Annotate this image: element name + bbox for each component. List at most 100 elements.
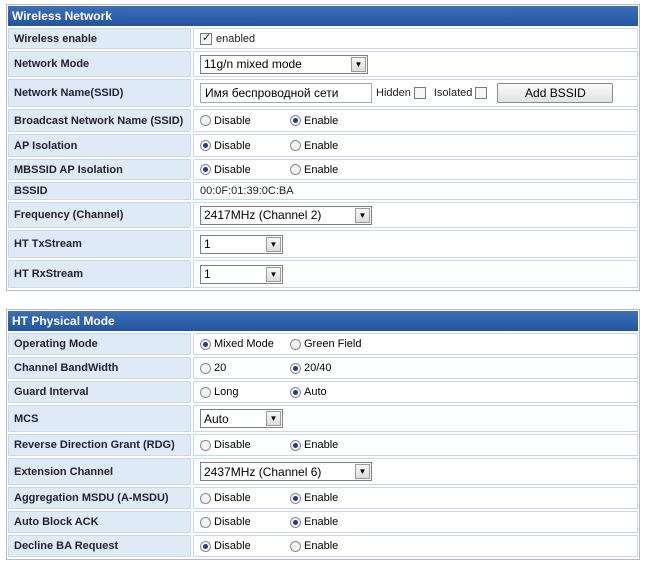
mbssid-isolation-label: MBSSID AP Isolation	[8, 159, 191, 180]
green-field-option[interactable]: Green Field	[290, 338, 361, 350]
radio-icon	[290, 540, 301, 552]
chevron-down-icon: ▼	[355, 464, 370, 479]
radio-selected-icon	[290, 362, 301, 374]
broadcast-disable-label: Disable	[214, 114, 251, 127]
radio-icon	[200, 115, 211, 126]
frequency-select[interactable]: 2417MHz (Channel 2) ▼	[200, 205, 372, 225]
row-frequency: Frequency (Channel) 2417MHz (Channel 2) …	[8, 202, 638, 228]
rdg-disable-label: Disable	[214, 439, 251, 451]
bandwidth-2040-option[interactable]: 20/40	[290, 362, 332, 374]
amsdu-disable-option[interactable]: Disable	[200, 492, 290, 504]
hidden-checkbox[interactable]	[413, 87, 426, 99]
mixed-mode-option[interactable]: Mixed Mode	[200, 338, 290, 350]
broadcast-disable-option[interactable]: Disable	[200, 115, 290, 127]
chevron-down-icon: ▼	[266, 266, 281, 282]
radio-selected-icon	[200, 540, 211, 552]
network-mode-select[interactable]: 11g/n mixed mode ▼	[200, 54, 368, 74]
chevron-down-icon: ▼	[351, 56, 366, 72]
row-broadcast: Broadcast Network Name (SSID) Disable En…	[8, 109, 638, 132]
auto-block-ack-label: Auto Block ACK	[8, 511, 191, 533]
add-bssid-button[interactable]: Add BSSID	[497, 83, 614, 103]
wireless-enable-label: Wireless enable	[8, 28, 191, 49]
bssid-label: BSSID	[8, 182, 191, 200]
row-tx-stream: HT TxStream 1 ▼	[8, 230, 638, 258]
amsdu-disable-label: Disable	[214, 492, 251, 504]
frequency-label: Frequency (Channel)	[8, 202, 191, 228]
row-wireless-enable: Wireless enable enabled	[8, 28, 638, 49]
auto-block-ack-disable-option[interactable]: Disable	[200, 516, 290, 528]
isolated-checkbox[interactable]	[475, 87, 488, 99]
decline-ba-disable-label: Disable	[214, 540, 251, 552]
guard-auto-label: Auto	[304, 386, 327, 398]
mbssid-isolation-enable-label: Enable	[304, 163, 339, 176]
ssid-input[interactable]: Имя беспроводной сети	[200, 83, 372, 103]
row-rx-stream: HT RxStream 1 ▼	[8, 260, 638, 288]
operating-mode-label: Operating Mode	[8, 333, 191, 355]
row-guard-interval: Guard Interval Long Auto	[8, 381, 638, 403]
mbssid-isolation-enable-option[interactable]: Enable	[290, 164, 338, 176]
auto-block-ack-value: Disable Enable	[193, 511, 638, 533]
broadcast-enable-option[interactable]: Enable	[290, 115, 338, 127]
bandwidth-20-option[interactable]: 20	[200, 362, 290, 374]
ht-physical-mode-header: HT Physical Mode	[8, 311, 638, 331]
row-ssid: Network Name(SSID) Имя беспроводной сети…	[8, 79, 638, 107]
isolated-label: Isolated	[433, 87, 473, 99]
radio-selected-icon	[290, 115, 301, 126]
radio-icon	[200, 439, 211, 451]
row-rdg: Reverse Direction Grant (RDG) Disable En…	[8, 434, 638, 456]
decline-ba-enable-option[interactable]: Enable	[290, 540, 338, 552]
ssid-label: Network Name(SSID)	[8, 79, 191, 107]
wireless-enable-value: enabled	[193, 28, 638, 49]
auto-block-ack-enable-label: Enable	[304, 516, 339, 528]
row-mbssid-isolation: MBSSID AP Isolation Disable Enable	[8, 159, 638, 180]
amsdu-value: Disable Enable	[193, 487, 638, 509]
mixed-mode-label: Mixed Mode	[214, 338, 274, 350]
rdg-enable-option[interactable]: Enable	[290, 439, 338, 451]
radio-selected-icon	[290, 516, 301, 528]
row-decline-ba: Decline BA Request Disable Enable	[8, 535, 638, 557]
chevron-down-icon: ▼	[266, 411, 281, 426]
guard-auto-option[interactable]: Auto	[290, 386, 327, 398]
extension-channel-selected: 2437MHz (Channel 6)	[204, 464, 322, 479]
chevron-down-icon: ▼	[266, 236, 281, 252]
radio-selected-icon	[200, 338, 211, 350]
mcs-select[interactable]: Auto ▼	[200, 409, 283, 428]
decline-ba-disable-option[interactable]: Disable	[200, 540, 290, 552]
amsdu-label: Aggregation MSDU (A-MSDU)	[8, 487, 191, 509]
rx-stream-select[interactable]: 1 ▼	[200, 264, 283, 284]
radio-icon	[290, 164, 301, 175]
radio-selected-icon	[290, 492, 301, 504]
mbssid-isolation-disable-option[interactable]: Disable	[200, 164, 290, 176]
bandwidth-2040-label: 20/40	[304, 362, 332, 374]
wireless-network-table: Wireless Network Wireless enable enabled…	[6, 4, 640, 291]
tx-stream-selected: 1	[204, 237, 211, 251]
rx-stream-label: HT RxStream	[8, 260, 191, 288]
rdg-value: Disable Enable	[193, 434, 638, 456]
row-network-mode: Network Mode 11g/n mixed mode ▼	[8, 51, 638, 77]
ap-isolation-disable-option[interactable]: Disable	[200, 140, 290, 152]
frequency-selected: 2417MHz (Channel 2)	[204, 208, 322, 222]
row-operating-mode: Operating Mode Mixed Mode Green Field	[8, 333, 638, 355]
ap-isolation-enable-option[interactable]: Enable	[290, 140, 338, 152]
mcs-value: Auto ▼	[193, 405, 638, 432]
rdg-disable-option[interactable]: Disable	[200, 439, 290, 451]
extension-channel-value: 2437MHz (Channel 6) ▼	[193, 458, 638, 485]
guard-long-label: Long	[214, 386, 239, 398]
guard-interval-value: Long Auto	[193, 381, 638, 403]
ap-isolation-value: Disable Enable	[193, 134, 638, 157]
bssid-text: 00:0F:01:39:0C:BA	[200, 185, 294, 197]
auto-block-ack-enable-option[interactable]: Enable	[290, 516, 338, 528]
broadcast-enable-label: Enable	[304, 114, 339, 127]
radio-icon	[290, 140, 301, 151]
extension-channel-label: Extension Channel	[8, 458, 191, 485]
tx-stream-select[interactable]: 1 ▼	[200, 234, 283, 254]
chevron-down-icon: ▼	[355, 207, 370, 223]
decline-ba-value: Disable Enable	[193, 535, 638, 557]
guard-long-option[interactable]: Long	[200, 386, 290, 398]
extension-channel-select[interactable]: 2437MHz (Channel 6) ▼	[200, 462, 372, 481]
wireless-enable-checkbox[interactable]	[200, 31, 212, 45]
amsdu-enable-option[interactable]: Enable	[290, 492, 338, 504]
radio-selected-icon	[290, 386, 301, 398]
tx-stream-value: 1 ▼	[193, 230, 638, 258]
rx-stream-value: 1 ▼	[193, 260, 638, 288]
